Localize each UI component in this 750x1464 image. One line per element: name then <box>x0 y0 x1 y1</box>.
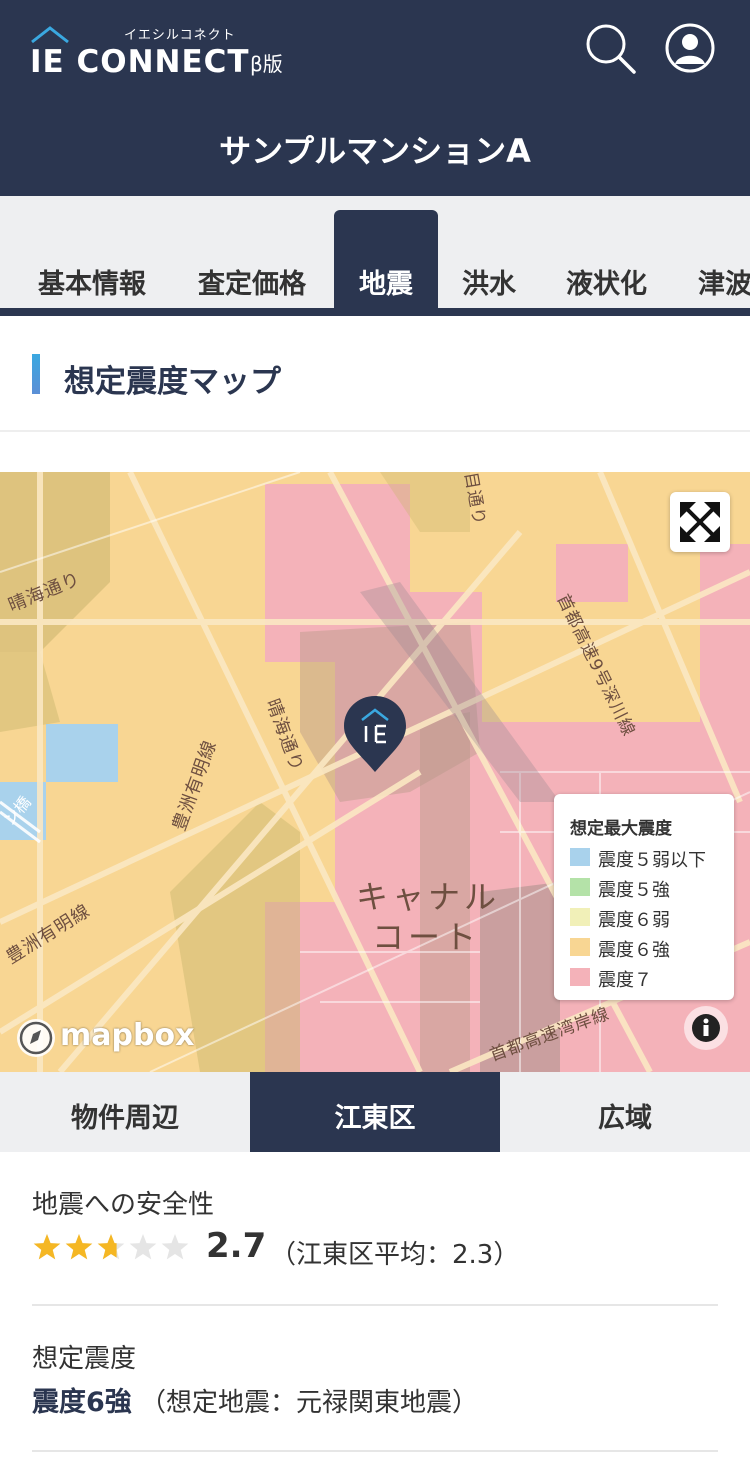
star-rating-icon <box>33 1234 189 1260</box>
mapbox-icon <box>17 1019 55 1057</box>
category-tabs: 基本情報 査定価格 地震 洪水 液状化 津波 <box>0 196 750 316</box>
tab-earthquake[interactable]: 地震 <box>334 210 438 310</box>
mapbox-attribution[interactable]: mapbox <box>14 1016 194 1060</box>
intensity-label: 想定震度 <box>32 1344 137 1374</box>
legend-swatch <box>570 878 590 896</box>
property-pin[interactable] <box>342 694 408 774</box>
legend-swatch <box>570 908 590 926</box>
star-empty <box>129 1234 157 1260</box>
segment-property-area[interactable]: 物件周辺 <box>0 1072 250 1152</box>
user-button[interactable] <box>664 22 716 74</box>
legend-swatch <box>570 938 590 956</box>
tab-earthquake-label: 地震 <box>359 269 413 300</box>
legend-label: 震度５弱以下 <box>598 850 706 871</box>
beta-badge: β版 <box>250 52 283 76</box>
ie-connect-logo[interactable]: イエシルコネクト IE CONNECT β版 <box>30 22 310 82</box>
star-empty <box>161 1234 189 1260</box>
legend-swatch <box>570 848 590 866</box>
fullscreen-button[interactable] <box>670 492 730 552</box>
safety-average: （江東区平均：2.3） <box>270 1240 520 1270</box>
map-pin-icon <box>344 696 406 772</box>
section-accent-bar <box>32 354 40 394</box>
search-button[interactable] <box>584 22 636 74</box>
segment-label: 江東区 <box>334 1103 416 1134</box>
tab-tsunami[interactable]: 津波 <box>698 262 750 301</box>
tab-liquefaction[interactable]: 液状化 <box>566 262 647 301</box>
segment-wide-area[interactable]: 広域 <box>500 1072 750 1152</box>
logo-kana: イエシルコネクト <box>124 28 236 43</box>
legend-label: 震度５強 <box>598 880 670 901</box>
star-filled <box>33 1234 61 1260</box>
expand-icon <box>680 502 720 542</box>
divider <box>32 1450 718 1452</box>
map-area-label-court: コート <box>372 918 481 956</box>
intensity-note: （想定地震：元禄関東地震） <box>140 1388 479 1418</box>
star-filled <box>65 1234 93 1260</box>
page-title: サンプルマンションA <box>219 132 531 170</box>
divider <box>32 1304 718 1306</box>
info-icon <box>692 1014 720 1042</box>
legend-label: 震度６強 <box>598 940 670 961</box>
intensity-value: 震度6強 <box>32 1387 132 1418</box>
map-legend: 想定最大震度 震度５弱以下 震度５強 震度６弱 震度６強 震度７ <box>554 794 734 1000</box>
segment-label: 物件周辺 <box>71 1103 179 1134</box>
seismic-map[interactable]: 晴海通り 晴海通り 豊洲有明線 豊洲有明線 首都高速9号深川線 首都高速湾岸線 … <box>0 472 750 1072</box>
map-scope-segments: 物件周辺 江東区 広域 <box>0 1072 750 1152</box>
legend-swatch <box>570 968 590 986</box>
safety-score: 2.7 <box>206 1226 267 1266</box>
segment-label: 広域 <box>598 1103 652 1134</box>
segment-koto-ward[interactable]: 江東区 <box>250 1072 500 1152</box>
tab-basic-info[interactable]: 基本情報 <box>38 262 146 301</box>
tab-valuation[interactable]: 査定価格 <box>198 262 306 301</box>
map-info-button[interactable] <box>684 1006 728 1050</box>
logo-wordmark: IE CONNECT <box>30 44 250 80</box>
legend-label: 震度７ <box>598 970 652 991</box>
legend-title: 想定最大震度 <box>570 819 672 839</box>
app-header: イエシルコネクト IE CONNECT β版 サンプルマンションA <box>0 0 750 196</box>
legend-label: 震度６弱 <box>598 910 670 931</box>
search-icon <box>586 24 636 74</box>
roof-icon <box>31 26 69 44</box>
safety-label: 地震への安全性 <box>32 1190 215 1220</box>
user-icon <box>665 23 715 73</box>
section-header: 想定震度マップ <box>0 316 750 432</box>
tab-flood[interactable]: 洪水 <box>462 262 516 301</box>
tab-underline <box>0 308 750 316</box>
safety-stars <box>32 1232 192 1262</box>
mapbox-wordmark: mapbox <box>60 1018 195 1053</box>
section-title: 想定震度マップ <box>64 364 281 400</box>
